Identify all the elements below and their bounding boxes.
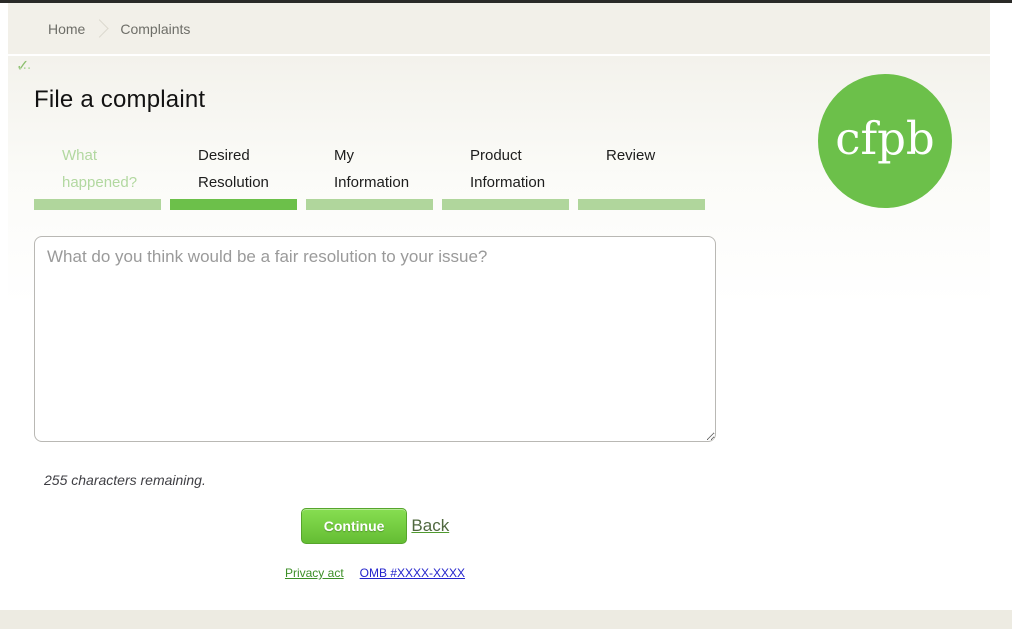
tab-product-information-label: Product Information [470, 147, 546, 191]
desired-resolution-textarea[interactable] [34, 236, 716, 442]
tab-what-happened[interactable]: What happened? ✓ [16, 58, 161, 210]
tab-my-information-label: My Information [334, 147, 410, 191]
chevron-right-icon [90, 19, 110, 38]
tab-product-information[interactable]: Product Information [442, 142, 569, 210]
page-container: Home Complaints File a complaint cfpb Wh… [0, 3, 1012, 629]
action-row: Continue Back [34, 508, 716, 544]
cfpb-logo: cfpb [818, 74, 952, 208]
breadcrumb-complaints-link[interactable]: Complaints [120, 21, 190, 37]
continue-button[interactable]: Continue [300, 508, 408, 544]
tab-my-information[interactable]: My Information [306, 142, 433, 210]
bottom-strip [0, 610, 1012, 629]
cfpb-logo-text: cfpb [835, 111, 935, 165]
tab-what-happened-progress-bar [34, 199, 161, 210]
tab-what-happened-label: What happened? [62, 147, 138, 191]
tab-desired-resolution[interactable]: Desired Resolution ... [18, 56, 297, 210]
tab-review[interactable]: Review [578, 142, 705, 210]
tab-review-label: Review [606, 147, 656, 164]
characters-remaining-text: 255 characters remaining. [44, 472, 206, 488]
privacy-act-link[interactable]: Privacy act [285, 566, 344, 580]
tab-review-progress-bar [578, 199, 705, 210]
step-tabs: What happened? ✓ Desired Resolution ... … [16, 56, 705, 210]
tab-desired-resolution-progress-bar [170, 199, 297, 210]
tab-desired-resolution-label: Desired Resolution [198, 147, 269, 191]
tab-product-information-progress-bar [442, 199, 569, 210]
ellipsis-icon: ... [18, 56, 32, 73]
back-link[interactable]: Back [411, 516, 449, 536]
breadcrumb: Home Complaints [8, 3, 990, 56]
breadcrumb-home-link[interactable]: Home [48, 21, 85, 37]
tab-my-information-progress-bar [306, 199, 433, 210]
omb-number-link[interactable]: OMB #XXXX-XXXX [360, 566, 465, 580]
footer-links: Privacy act OMB #XXXX-XXXX [34, 566, 716, 580]
page-title: File a complaint [34, 86, 206, 113]
main-content: File a complaint cfpb What happened? ✓ D… [8, 56, 990, 610]
